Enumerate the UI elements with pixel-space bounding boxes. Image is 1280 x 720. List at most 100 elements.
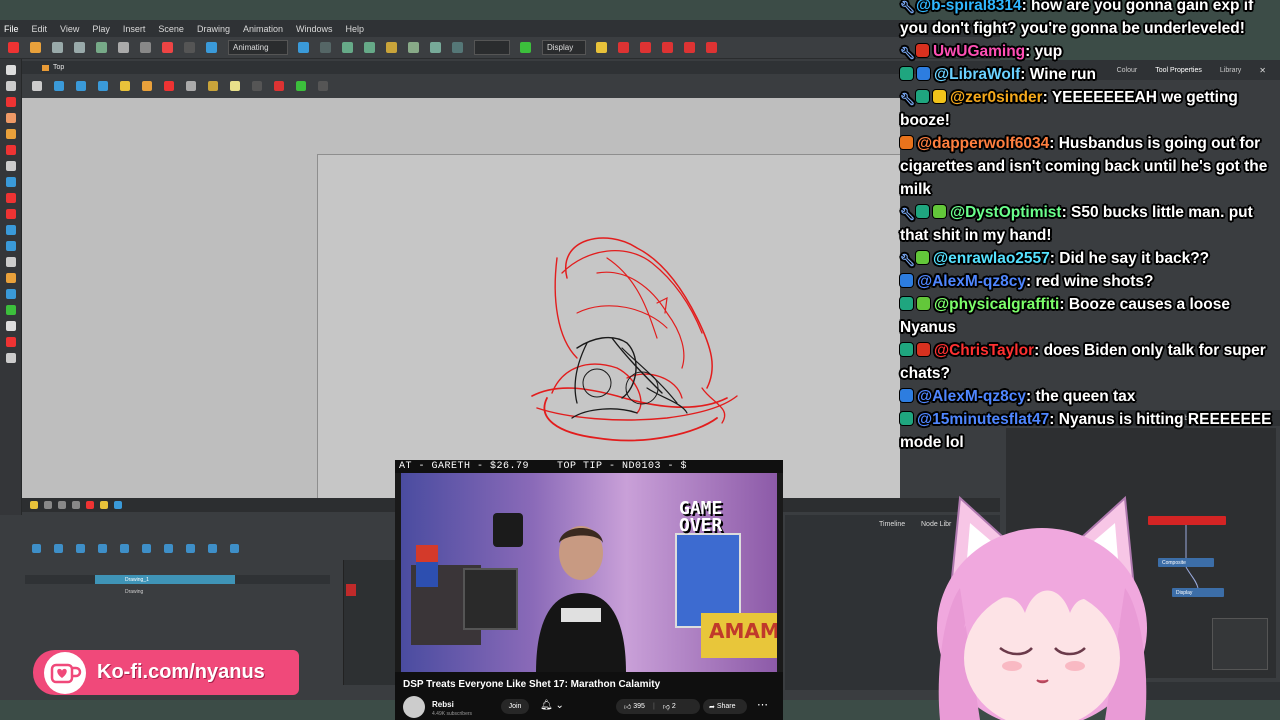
hand-tool-icon[interactable] [6,257,16,267]
menu-insert[interactable]: Insert [123,24,146,34]
chat-username[interactable]: @AlexM-qz8cy [917,388,1026,405]
chat-username[interactable]: @b-spiral8314 [916,0,1022,14]
menu-file[interactable]: File [4,24,19,34]
first-frame-icon[interactable] [32,543,41,553]
status-grid-icon[interactable] [44,501,52,509]
menu-windows[interactable]: Windows [296,24,333,34]
select-tool-icon[interactable] [6,65,16,75]
menu-help[interactable]: Help [346,24,365,34]
chat-username[interactable]: @DystOptimist [950,204,1062,221]
camera-view-icon[interactable] [54,81,64,91]
offset-icon[interactable] [430,42,441,53]
open-icon[interactable] [30,42,41,53]
weight-icon[interactable] [452,42,463,53]
transform-icon[interactable] [140,42,151,53]
chat-username[interactable]: UwUGaming [933,43,1025,60]
pencil-icon[interactable] [164,81,174,91]
new-icon[interactable] [8,42,19,53]
save-as-icon[interactable] [74,42,85,53]
ellipse-tool-icon[interactable] [6,177,16,187]
peg-3-icon[interactable] [662,42,673,53]
ink-tool-icon[interactable] [6,225,16,235]
onion-skin-icon[interactable] [520,42,531,53]
layer-row[interactable]: Drawing [25,587,330,596]
menu-scene[interactable]: Scene [158,24,184,34]
align-icon[interactable] [76,81,86,91]
prev-frame-icon[interactable] [54,543,63,553]
tool-icon[interactable] [184,42,195,53]
peg-2-icon[interactable] [640,42,651,53]
envelope-icon[interactable] [386,42,397,53]
contour-tool-icon[interactable] [6,81,16,91]
peg-5-icon[interactable] [706,42,717,53]
frame-grid[interactable] [343,560,395,685]
shade-icon[interactable] [208,81,218,91]
chat-username[interactable]: @AlexM-qz8cy [917,273,1026,290]
list-icon[interactable] [298,42,309,53]
animate-icon[interactable] [206,42,217,53]
mode-dropdown[interactable]: Animating [228,40,288,55]
transform-tool-icon[interactable] [6,273,16,283]
red-icon[interactable] [274,81,284,91]
play-icon[interactable] [164,543,173,553]
more-options-icon[interactable]: ⋯ [757,698,768,711]
join-button[interactable]: Join [501,699,529,714]
save-icon[interactable] [52,42,63,53]
chat-username[interactable]: @zer0sinder [950,89,1043,106]
blue-icon[interactable] [318,81,328,91]
menu-drawing[interactable]: Drawing [197,24,230,34]
peg-4-icon[interactable] [684,42,695,53]
curve-icon[interactable] [408,42,419,53]
grid-icon[interactable] [32,81,42,91]
zoom-tool-icon[interactable] [6,321,16,331]
flip-icon[interactable] [98,81,108,91]
deform-icon[interactable] [320,42,331,53]
status-blue-icon[interactable] [114,501,122,509]
chat-username[interactable]: @physicalgraffiti [934,296,1059,313]
hidden-icon[interactable] [252,81,262,91]
bulb-icon[interactable] [230,81,240,91]
menu-animation[interactable]: Animation [243,24,283,34]
chat-username[interactable]: @dapperwolf6034 [917,135,1049,152]
camera-tool-icon[interactable] [6,337,16,347]
spline-tool-icon[interactable] [6,353,16,363]
channel-avatar[interactable] [403,696,425,718]
node-navigator[interactable] [1212,618,1268,670]
bell-icon[interactable]: 🔔︎ ⌄ [540,700,564,711]
record-icon[interactable] [142,543,151,553]
kinematic-icon[interactable] [364,42,375,53]
loop-icon[interactable] [120,543,129,553]
chat-username[interactable]: @enrawlao2557 [933,250,1050,267]
text-tool-icon[interactable] [6,161,16,171]
light-table-icon[interactable] [142,81,152,91]
play-alt-icon[interactable] [186,543,195,553]
chat-username[interactable]: @ChrisTaylor [934,342,1034,359]
add-keyframe-icon[interactable] [76,543,85,553]
brush-tool-icon[interactable] [6,97,16,107]
share-button[interactable]: ➦ Share [703,699,747,714]
eraser-tool-icon[interactable] [6,129,16,139]
status-zoom-icon[interactable] [72,501,80,509]
kofi-banner[interactable]: Ko-fi.com/nyanus [33,650,299,695]
menu-edit[interactable]: Edit [32,24,48,34]
like-dislike-button[interactable]: 👍︎ 395 | 👎︎ 2 [616,699,700,714]
tab-top[interactable]: Top [42,64,64,71]
channel-name[interactable]: Rebsi [432,700,454,709]
sound-icon[interactable] [230,543,239,553]
frame-dropdown[interactable] [474,40,510,55]
light-icon[interactable] [596,42,607,53]
brush-icon[interactable] [186,81,196,91]
layer-row[interactable]: Drawing_1 [25,575,330,584]
drawing-viewport[interactable] [22,98,900,498]
tab-timeline[interactable]: Timeline [879,521,905,528]
status-red-icon[interactable] [86,501,94,509]
menu-view[interactable]: View [60,24,79,34]
smooth-tool-icon[interactable] [6,305,16,315]
chat-username[interactable]: @LibraWolf [934,66,1020,83]
line-tool-icon[interactable] [6,209,16,219]
dropper-tool-icon[interactable] [6,241,16,251]
stamp-tool-icon[interactable] [6,145,16,155]
menu-play[interactable]: Play [92,24,110,34]
status-frame-icon[interactable] [58,501,66,509]
pencil-tool-icon[interactable] [6,113,16,123]
